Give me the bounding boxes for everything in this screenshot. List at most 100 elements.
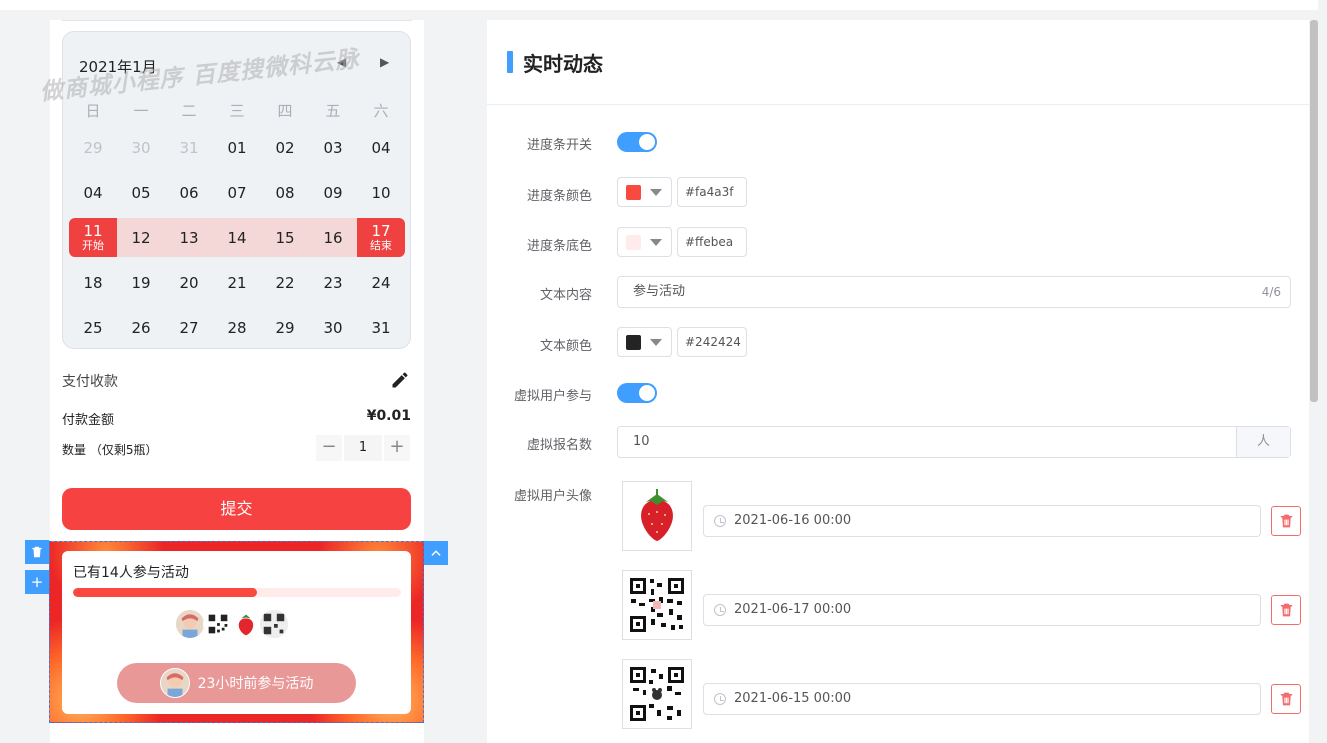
day-number: 15 — [275, 228, 295, 247]
calendar-day[interactable]: 04 — [357, 125, 405, 170]
calendar-day[interactable]: 29 — [69, 125, 117, 170]
quantity-value[interactable]: 1 — [344, 435, 382, 461]
calendar-day[interactable]: 07 — [213, 170, 261, 215]
calendar-day[interactable]: 16 — [309, 215, 357, 260]
calendar-day[interactable]: 08 — [261, 170, 309, 215]
amount-value: ¥0.01 — [366, 408, 411, 424]
calendar-day[interactable]: 25 — [69, 305, 117, 350]
calendar-day[interactable]: 28 — [213, 305, 261, 350]
join-time-picker[interactable]: 2021-06-16 00:00 — [703, 505, 1261, 537]
progress-color-input[interactable]: #fa4a3f — [677, 177, 747, 207]
calendar-day[interactable]: 26 — [117, 305, 165, 350]
virtual-count-input[interactable]: 10 人 — [617, 426, 1291, 458]
trash-icon — [1280, 514, 1293, 528]
calendar-next-icon[interactable]: ▶ — [380, 55, 389, 69]
calendar-day[interactable]: 14 — [213, 215, 261, 260]
submit-button[interactable]: 提交 — [62, 488, 411, 530]
calendar-day[interactable]: 02 — [261, 125, 309, 170]
calendar-week-row: 29 30 31 01 02 03 04 — [69, 125, 405, 170]
calendar-day[interactable]: 22 — [261, 260, 309, 305]
progress-bg-input[interactable]: #ffebea — [677, 227, 747, 257]
calendar-day[interactable]: 20 — [165, 260, 213, 305]
day-tag: 开始 — [82, 239, 104, 252]
quantity-label: 数量 （仅剩5瓶） — [62, 443, 158, 457]
live-activity-module[interactable]: 已有14人参与活动 23小时前参与活动 — [49, 541, 424, 723]
calendar-day[interactable]: 12 — [117, 215, 165, 260]
calendar-day[interactable]: 31 — [165, 125, 213, 170]
calendar-day[interactable]: 01 — [213, 125, 261, 170]
calendar-day[interactable]: 03 — [309, 125, 357, 170]
join-time-picker[interactable]: 2021-06-17 00:00 — [703, 594, 1261, 626]
calendar-day[interactable]: 23 — [309, 260, 357, 305]
weekday-label: 六 — [373, 102, 389, 120]
join-time-value: 2021-06-15 00:00 — [734, 691, 852, 706]
calendar-day[interactable]: 19 — [117, 260, 165, 305]
virtual-user-switch[interactable] — [617, 383, 657, 403]
calendar-day[interactable]: 04 — [69, 170, 117, 215]
add-module-icon[interactable]: + — [25, 570, 49, 594]
virtual-count-unit: 人 — [1236, 427, 1290, 457]
color-swatch — [626, 335, 641, 350]
calendar-day[interactable]: 21 — [213, 260, 261, 305]
divider — [62, 20, 412, 21]
calendar-prev-icon[interactable]: ◀ — [337, 55, 346, 69]
day-number: 16 — [323, 228, 343, 247]
calendar-title: 2021年1月 — [79, 58, 157, 76]
delete-avatar-button[interactable] — [1271, 684, 1301, 714]
calendar-day[interactable]: 18 — [69, 260, 117, 305]
text-color-picker[interactable] — [617, 327, 672, 357]
progress-color-picker[interactable] — [617, 177, 672, 207]
day-number: 05 — [131, 183, 151, 202]
text-color-input[interactable]: #242424 — [677, 327, 747, 357]
calendar-day[interactable]: 09 — [309, 170, 357, 215]
calendar-week-row: 11 开始 12 13 14 15 16 17 结束 — [69, 215, 405, 260]
live-activity-card: 已有14人参与活动 23小时前参与活动 — [62, 551, 411, 714]
virtual-switch-label: 虚拟用户参与 — [513, 389, 592, 404]
recent-join-text: 23小时前参与活动 — [197, 676, 314, 692]
calendar-day[interactable]: 29 — [261, 305, 309, 350]
progress-bg-picker[interactable] — [617, 227, 672, 257]
day-number: 30 — [131, 138, 151, 157]
text-content-label: 文本内容 — [539, 288, 592, 303]
calendar-day[interactable]: 27 — [165, 305, 213, 350]
amount-label: 付款金额 — [62, 413, 115, 428]
calendar-day[interactable]: 30 — [117, 125, 165, 170]
quantity-minus-button[interactable]: − — [316, 435, 342, 461]
scrollbar[interactable] — [1310, 20, 1318, 402]
calendar-day[interactable]: 06 — [165, 170, 213, 215]
delete-avatar-button[interactable] — [1271, 506, 1301, 536]
avatar-image[interactable] — [622, 570, 692, 640]
edit-icon[interactable] — [390, 370, 410, 390]
calendar-day-end[interactable]: 17 结束 — [357, 215, 405, 260]
clock-icon — [714, 693, 726, 705]
clock-icon — [714, 515, 726, 527]
day-number: 02 — [275, 138, 295, 157]
avatar — [203, 609, 233, 639]
day-number: 28 — [227, 318, 247, 337]
payment-title: 支付收款 — [62, 374, 118, 390]
calendar-day-start[interactable]: 11 开始 — [69, 215, 117, 260]
delete-module-icon[interactable] — [25, 540, 49, 564]
calendar-day[interactable]: 05 — [117, 170, 165, 215]
progress-switch[interactable] — [617, 132, 657, 152]
avatar-image[interactable] — [622, 481, 692, 551]
calendar-day[interactable]: 13 — [165, 215, 213, 260]
day-number: 07 — [227, 183, 247, 202]
join-time-picker[interactable]: 2021-06-15 00:00 — [703, 683, 1261, 715]
move-up-icon[interactable] — [424, 541, 448, 565]
virtual-count-value: 10 — [633, 434, 650, 449]
text-content-input[interactable]: 参与活动 4/6 — [617, 276, 1291, 308]
calendar-day[interactable]: 30 — [309, 305, 357, 350]
day-number: 27 — [179, 318, 199, 337]
calendar-day[interactable]: 15 — [261, 215, 309, 260]
calendar-day[interactable]: 24 — [357, 260, 405, 305]
participants-title: 已有14人参与活动 — [73, 565, 189, 581]
virtual-count-label: 虚拟报名数 — [526, 438, 592, 453]
delete-avatar-button[interactable] — [1271, 595, 1301, 625]
quantity-plus-button[interactable]: + — [384, 435, 410, 461]
day-number: 19 — [131, 273, 151, 292]
calendar-day[interactable]: 31 — [357, 305, 405, 350]
avatar-image[interactable] — [622, 659, 692, 729]
calendar-day[interactable]: 10 — [357, 170, 405, 215]
day-number: 04 — [83, 183, 103, 202]
